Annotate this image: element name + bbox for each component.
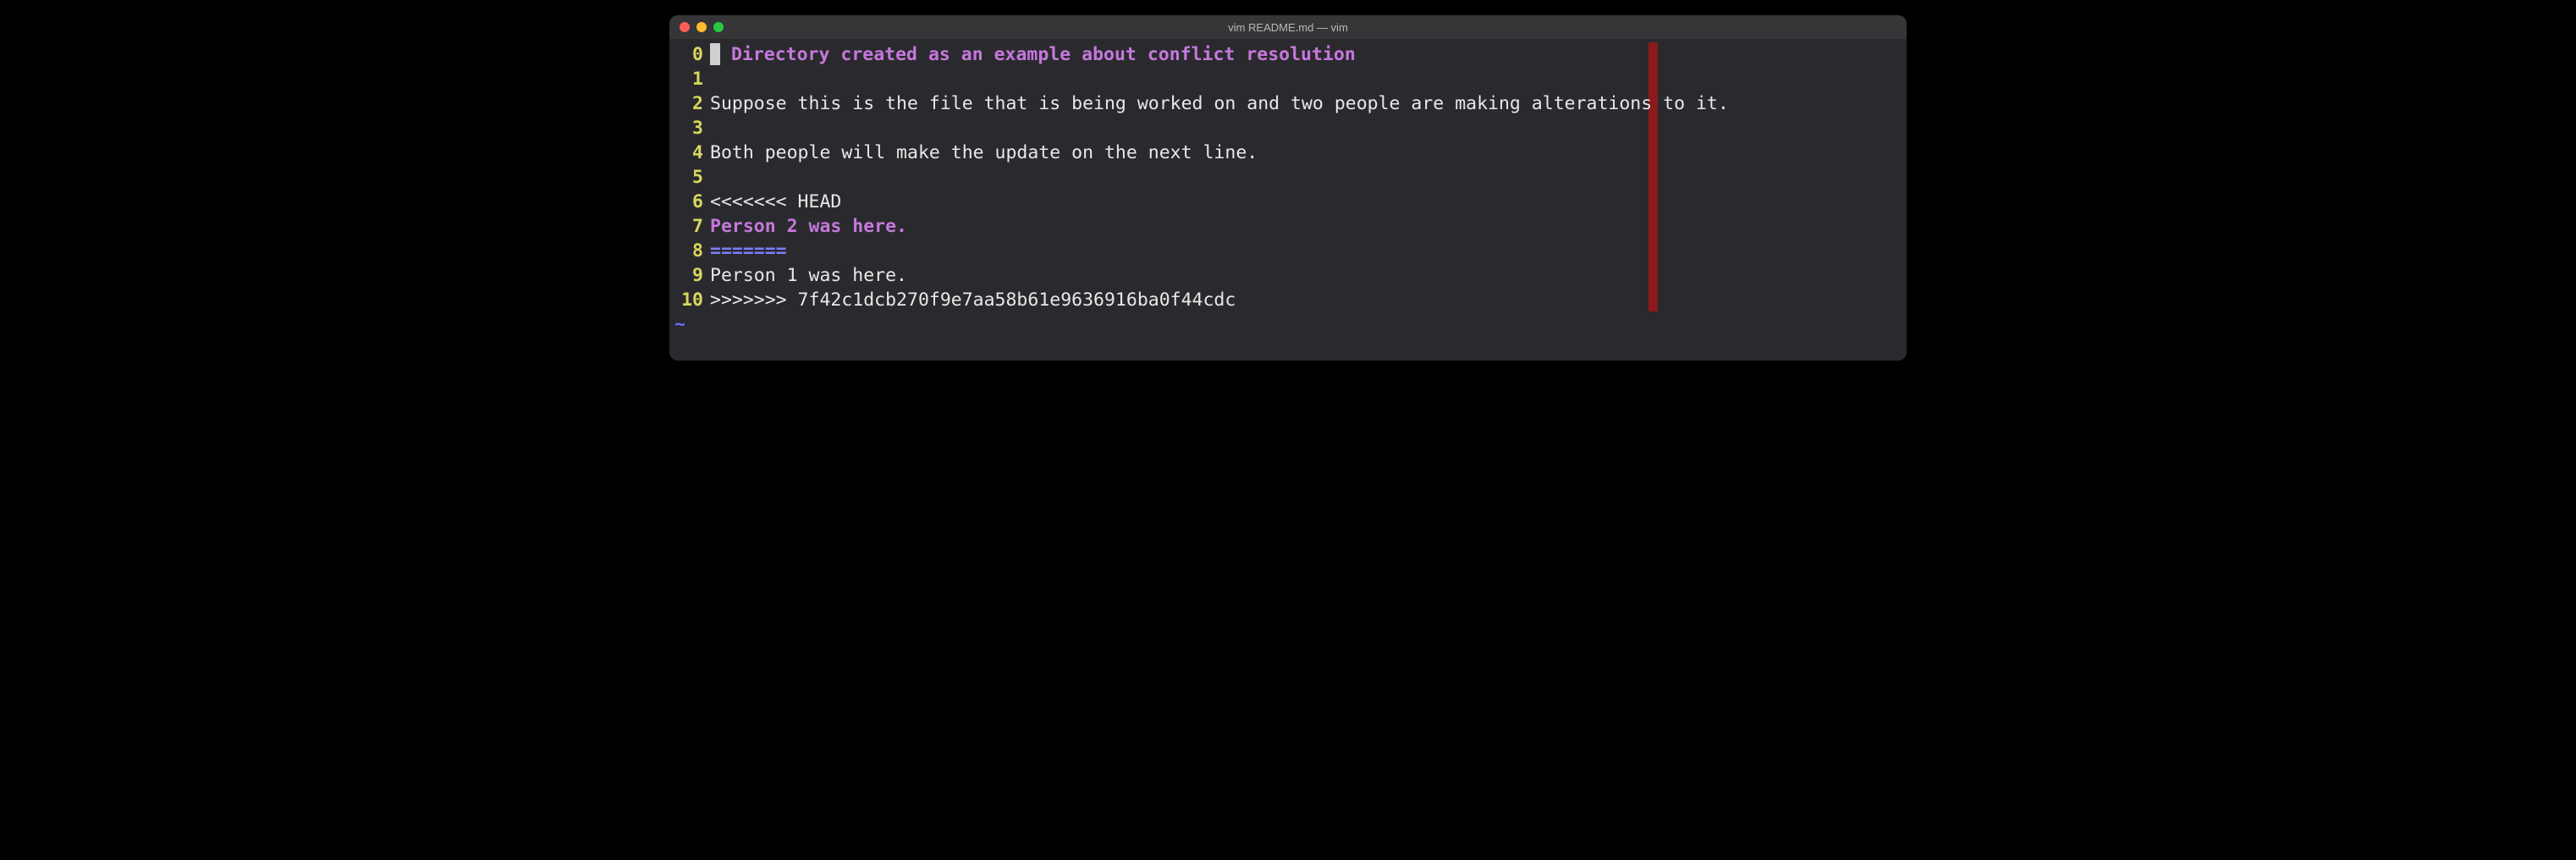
line-number: 9 bbox=[669, 263, 710, 288]
editor-line: 8 ======= bbox=[669, 239, 1907, 263]
line-number: 2 bbox=[669, 91, 710, 116]
editor-line: 9 Person 1 was here. bbox=[669, 263, 1907, 288]
editor-line: 3 bbox=[669, 116, 1907, 141]
line-number: 3 bbox=[669, 116, 710, 141]
close-button[interactable] bbox=[680, 22, 690, 32]
line-content: Both people will make the update on the … bbox=[710, 141, 1258, 165]
editor-line: 5 bbox=[669, 165, 1907, 190]
line-number: 1 bbox=[669, 67, 710, 91]
line-content: # Directory created as an example about … bbox=[710, 42, 1356, 67]
line-content: >>>>>>> 7f42c1dcb270f9e7aa58b61e9636916b… bbox=[710, 288, 1236, 312]
traffic-lights bbox=[680, 22, 724, 32]
editor-line: 10 >>>>>>> 7f42c1dcb270f9e7aa58b61e96369… bbox=[669, 288, 1907, 312]
line-content: Person 2 was here. bbox=[710, 214, 907, 239]
line-content: <<<<<<< HEAD bbox=[710, 190, 841, 214]
editor-line: 7 Person 2 was here. bbox=[669, 214, 1907, 239]
title-bar: vim README.md — vim bbox=[669, 15, 1907, 39]
editor-line: 1 bbox=[669, 67, 1907, 91]
cursor: # bbox=[710, 43, 720, 65]
maximize-button[interactable] bbox=[713, 22, 724, 32]
terminal-window: vim README.md — vim 0 # Directory create… bbox=[669, 15, 1907, 361]
line-content: Person 1 was here. bbox=[710, 263, 907, 288]
line-content: Suppose this is the file that is being w… bbox=[710, 91, 1729, 116]
line-number: 10 bbox=[669, 288, 710, 312]
line-number: 6 bbox=[669, 190, 710, 214]
line-number: 0 bbox=[669, 42, 710, 67]
minimize-button[interactable] bbox=[696, 22, 707, 32]
line-number: 7 bbox=[669, 214, 710, 239]
window-title: vim README.md — vim bbox=[1228, 21, 1348, 34]
empty-line-tilde: ~ bbox=[669, 312, 1907, 337]
line-number: 5 bbox=[669, 165, 710, 190]
editor-line: 0 # Directory created as an example abou… bbox=[669, 42, 1907, 67]
editor-line: 2 Suppose this is the file that is being… bbox=[669, 91, 1907, 116]
line-number: 4 bbox=[669, 141, 710, 165]
editor-area[interactable]: 0 # Directory created as an example abou… bbox=[669, 39, 1907, 361]
editor-line: 6 <<<<<<< HEAD bbox=[669, 190, 1907, 214]
heading-text: Directory created as an example about co… bbox=[720, 44, 1356, 65]
line-number: 8 bbox=[669, 239, 710, 263]
editor-line: 4 Both people will make the update on th… bbox=[669, 141, 1907, 165]
line-content: ======= bbox=[710, 239, 787, 263]
